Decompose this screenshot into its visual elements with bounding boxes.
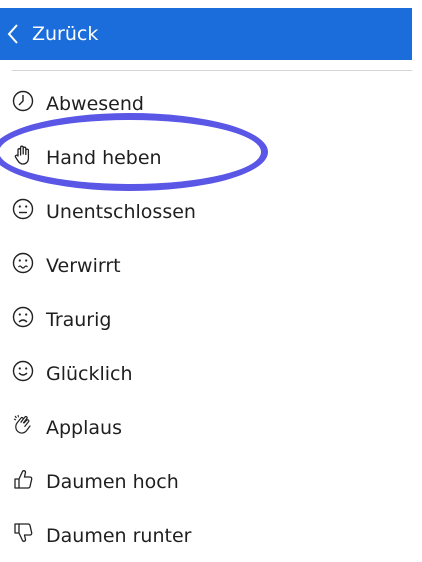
menu-item-label: Glücklich [46,363,133,385]
sad-face-icon [12,306,34,328]
clapping-hands-icon [13,414,31,434]
divider [12,70,412,71]
chevron-left-icon [7,24,18,44]
menu-item-verwirrt[interactable]: Verwirrt [0,238,412,292]
menu-item-label: Daumen runter [46,525,192,547]
menu-item-label: Verwirrt [46,255,121,277]
confused-face-icon [12,252,34,274]
menu-item-traurig[interactable]: Traurig [0,292,412,346]
menu-item-label: Traurig [46,309,112,331]
thumbs-down-icon [14,523,33,542]
menu-item-label: Applaus [46,417,122,439]
menu-item-gluecklich[interactable]: Glücklich [0,346,412,400]
back-button[interactable]: Zurück [0,8,412,60]
menu-item-daumen-hoch[interactable]: Daumen hoch [0,454,412,508]
thumbs-up-icon [14,470,33,489]
clock-icon [12,90,34,112]
menu-item-applaus[interactable]: Applaus [0,400,412,454]
menu-item-unentschlossen[interactable]: Unentschlossen [0,184,412,238]
menu-item-label: Daumen hoch [46,471,179,493]
menu-item-daumen-runter[interactable]: Daumen runter [0,508,412,562]
highlight-ellipse [0,113,268,191]
menu-item-label: Unentschlossen [46,201,196,223]
neutral-face-icon [12,198,34,220]
happy-face-icon [12,360,34,382]
back-label: Zurück [32,23,99,45]
